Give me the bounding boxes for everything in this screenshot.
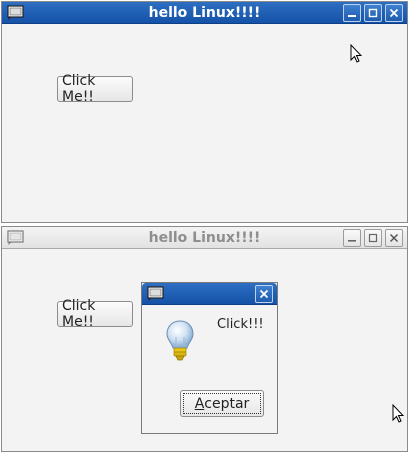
accept-button[interactable]: Aceptar <box>180 390 264 417</box>
dialog-close-button[interactable] <box>255 285 273 303</box>
mouse-pointer-icon <box>392 404 404 423</box>
minimize-icon <box>348 15 356 17</box>
click-me-button[interactable]: Click Me!! <box>57 73 133 105</box>
maximize-icon <box>368 233 378 243</box>
minimize-button[interactable] <box>343 4 361 22</box>
window-title: hello Linux!!!! <box>148 4 261 21</box>
click-me-button[interactable]: Click Me!! <box>57 298 133 330</box>
dialog-titlebar[interactable] <box>142 283 277 305</box>
mouse-pointer-icon <box>350 44 362 63</box>
maximize-button[interactable] <box>364 4 382 22</box>
accept-label-mnemonic: A <box>194 395 205 412</box>
accept-label-rest: ceptar <box>204 395 250 412</box>
message-dialog: Click!!! Aceptar <box>141 282 278 434</box>
maximize-icon <box>368 8 378 18</box>
close-button[interactable] <box>385 4 403 22</box>
lightbulb-info-icon <box>166 320 194 361</box>
app-window-icon <box>147 286 164 301</box>
window-titlebar[interactable]: hello Linux!!!! <box>2 2 407 24</box>
close-icon <box>389 8 399 18</box>
app-window-icon <box>7 5 24 20</box>
minimize-icon <box>348 240 356 242</box>
window-titlebar[interactable]: hello Linux!!!! <box>2 227 407 249</box>
main-window-active: hello Linux!!!! Click Me!! <box>1 1 408 223</box>
close-icon <box>259 289 269 299</box>
maximize-button[interactable] <box>364 229 382 247</box>
background-terminal-text: ' - - ' ' - - ' ' - - - ' ' ' - - - ' - … <box>0 218 414 226</box>
minimize-button[interactable] <box>343 229 361 247</box>
dialog-message: Click!!! <box>217 317 264 332</box>
close-button[interactable] <box>385 229 403 247</box>
app-window-icon <box>7 230 24 245</box>
window-title: hello Linux!!!! <box>148 229 261 246</box>
close-icon <box>389 233 399 243</box>
